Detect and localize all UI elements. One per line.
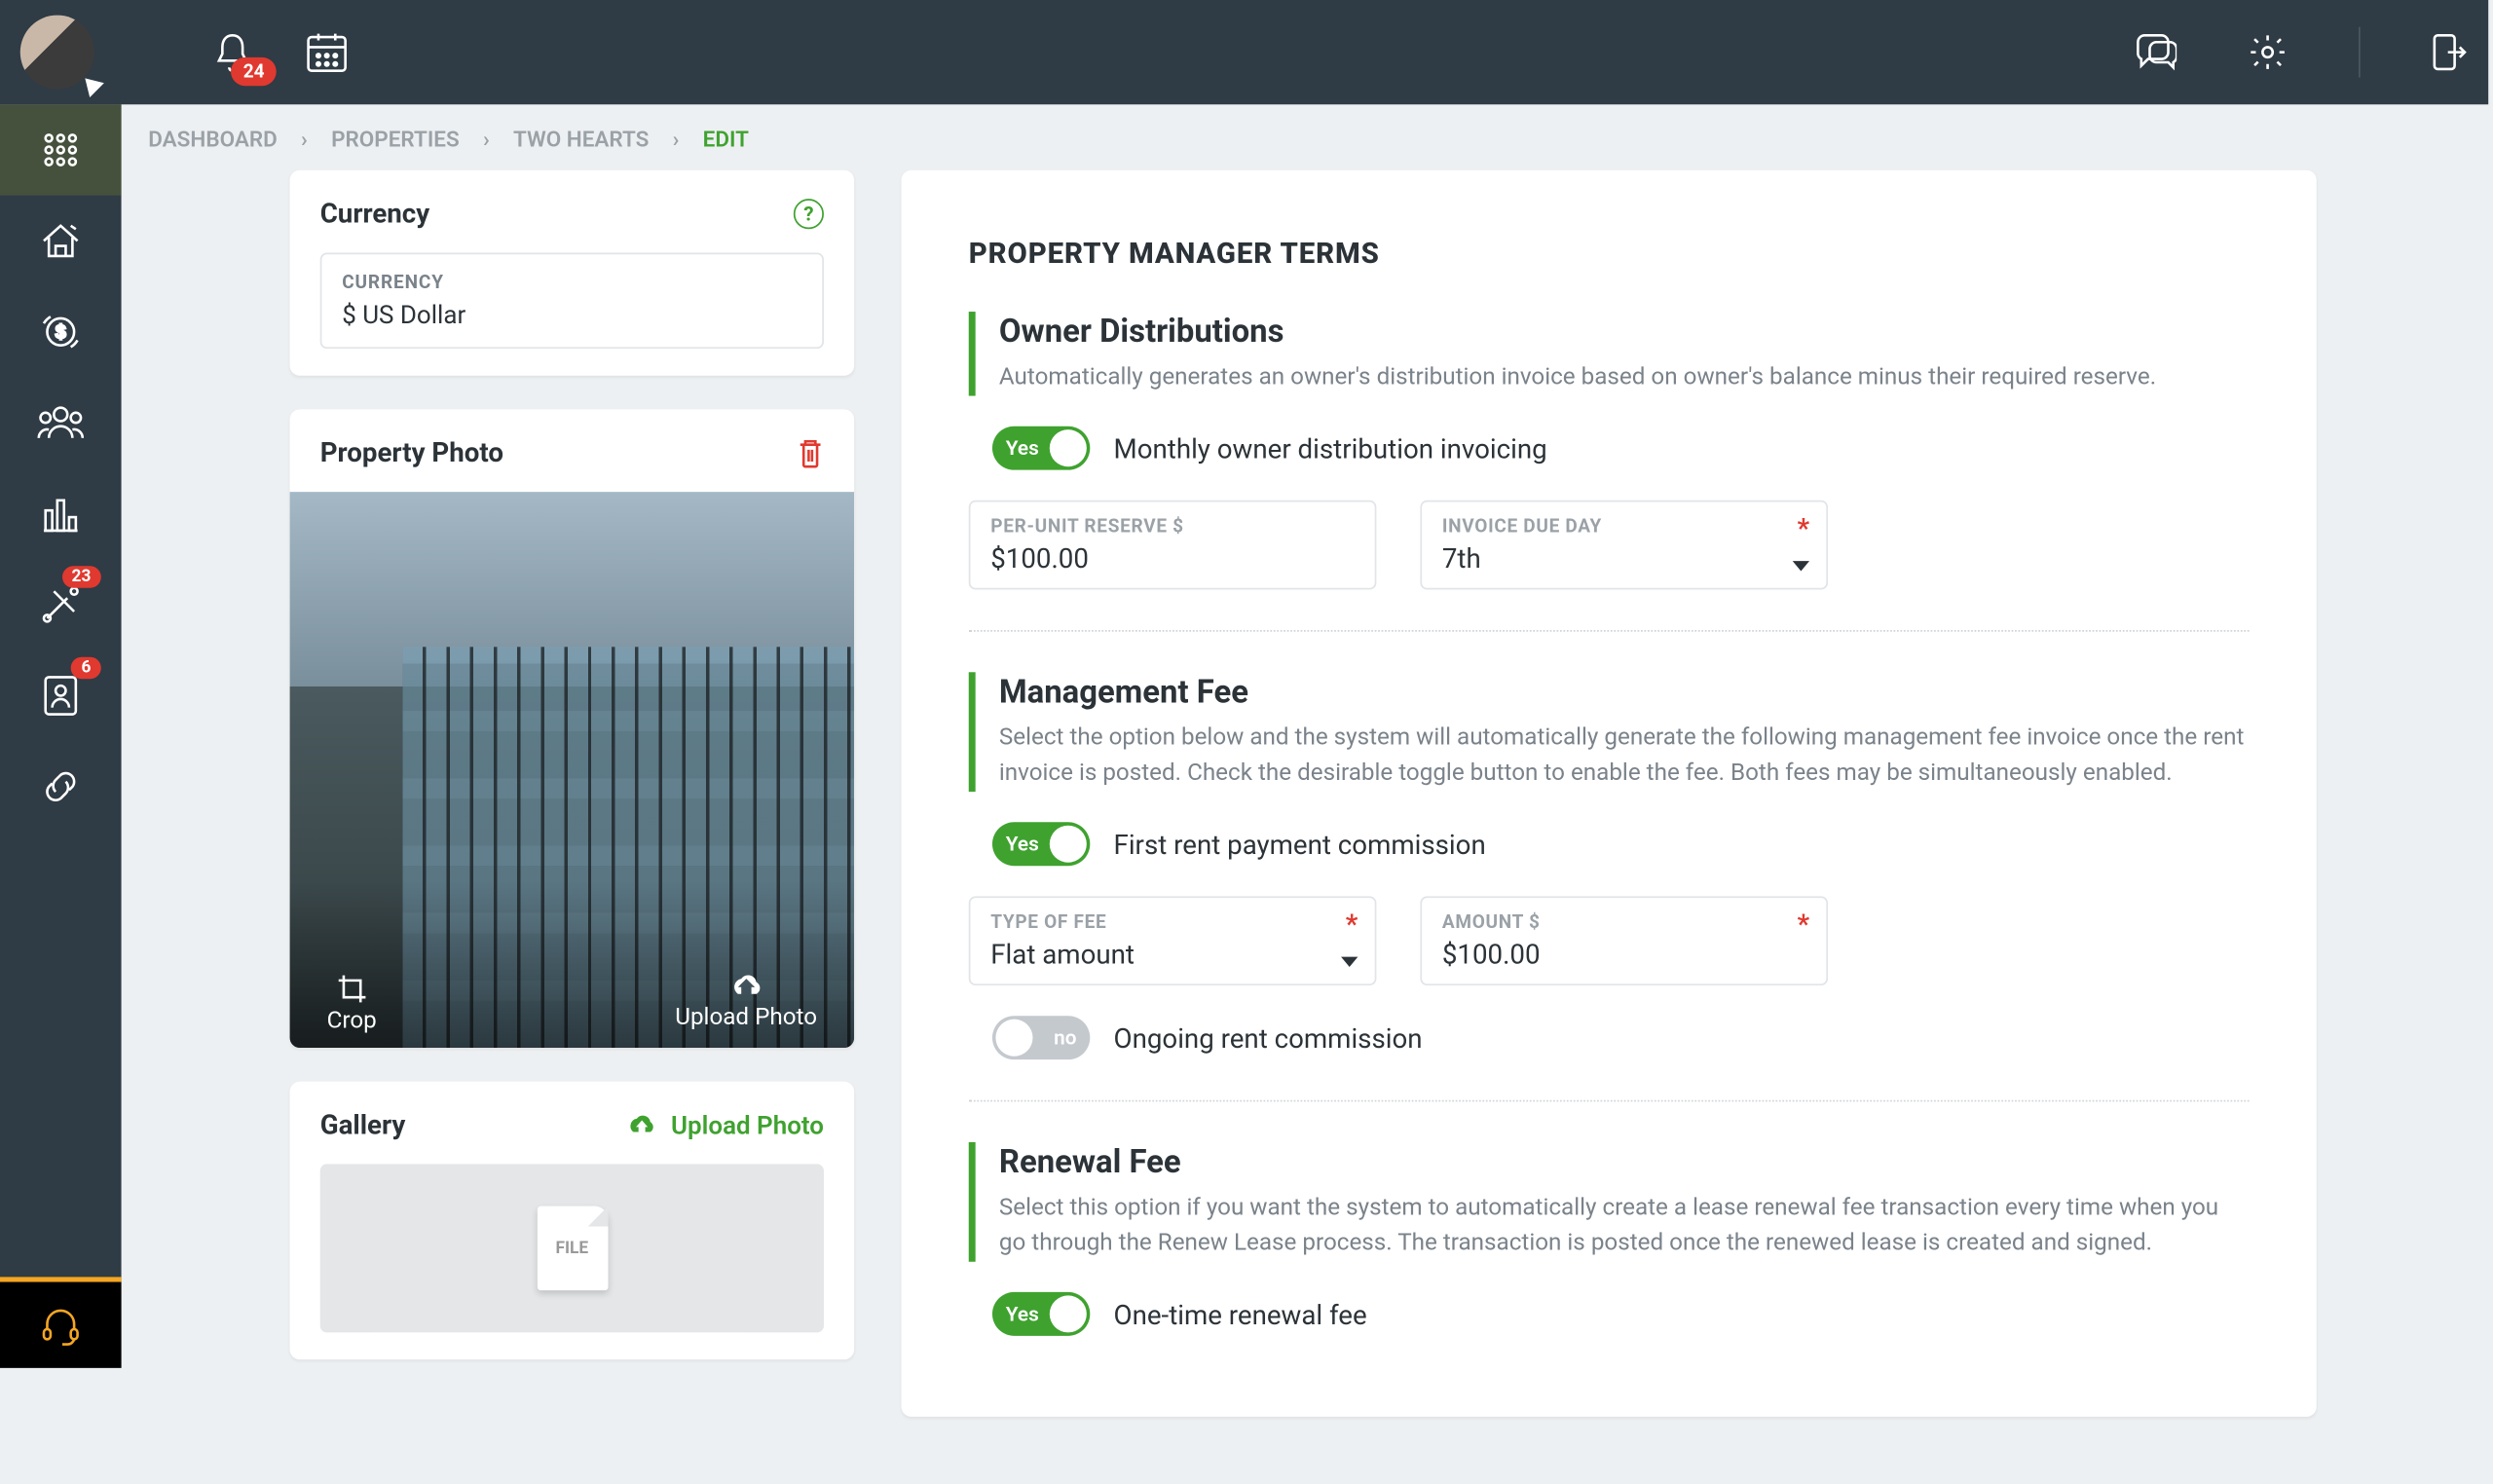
sidebar-item-contacts[interactable]: 6 — [0, 650, 122, 741]
toggle-label: Monthly owner distribution invoicing — [1114, 432, 1547, 464]
contacts-badge: 6 — [71, 657, 101, 679]
photo-title: Property Photo — [320, 436, 503, 468]
currency-value: $ US Dollar — [342, 300, 801, 330]
toggle-label: First rent payment commission — [1114, 828, 1486, 860]
avatar[interactable] — [20, 16, 94, 90]
chevron-right-icon: › — [483, 128, 490, 153]
topbar: 24 — [0, 0, 2488, 104]
currency-card: Currency ? CURRENCY $ US Dollar — [290, 170, 855, 376]
toggle-label: One-time renewal fee — [1114, 1298, 1367, 1330]
toggle-label: Ongoing rent commission — [1114, 1021, 1423, 1054]
crumb-dashboard[interactable]: DASHBOARD — [148, 128, 278, 153]
notification-badge: 24 — [232, 57, 277, 86]
sidebar-item-apps[interactable] — [0, 104, 122, 195]
terms-panel: PROPERTY MANAGER TERMS Owner Distributio… — [902, 170, 2317, 1417]
property-photo-card: Property Photo Crop Upload Photo — [290, 409, 855, 1048]
fee-amount-field[interactable]: AMOUNT $ $100.00 * — [1420, 896, 1828, 985]
svg-text:$: $ — [56, 323, 66, 344]
first-rent-commission-toggle[interactable]: Yes — [992, 822, 1090, 866]
sidebar-item-links[interactable] — [0, 741, 122, 832]
chevron-down-icon — [1341, 957, 1358, 967]
chevron-down-icon — [1793, 561, 1809, 571]
type-of-fee-field[interactable]: TYPE OF FEE Flat amount * — [969, 896, 1377, 985]
file-icon: FILE — [537, 1206, 608, 1291]
invoice-due-day-field[interactable]: INVOICE DUE DAY 7th * — [1420, 501, 1828, 590]
chat-icon[interactable] — [2133, 32, 2177, 73]
sidebar-item-people[interactable] — [0, 378, 122, 468]
crumb-current: EDIT — [703, 128, 749, 153]
crop-button[interactable]: Crop — [327, 974, 377, 1034]
upload-photo-button[interactable]: Upload Photo — [675, 974, 817, 1034]
sidebar-item-home[interactable] — [0, 196, 122, 286]
trash-icon[interactable] — [797, 437, 824, 467]
divider — [969, 630, 2250, 632]
gallery-upload-button[interactable]: Upload Photo — [627, 1109, 824, 1139]
sidebar-item-support[interactable] — [0, 1277, 122, 1367]
tools-badge: 23 — [61, 566, 101, 587]
divider — [2359, 27, 2361, 78]
calendar-icon[interactable] — [303, 28, 350, 75]
gallery-title: Gallery — [320, 1108, 406, 1140]
gallery-card: Gallery Upload Photo FILE — [290, 1082, 855, 1359]
owner-distributions-section: Owner Distributions Automatically genera… — [969, 312, 2250, 396]
crumb-property[interactable]: TWO HEARTS — [513, 128, 649, 153]
panel-title: PROPERTY MANAGER TERMS — [969, 238, 2250, 272]
sidebar: $ 23 6 — [0, 104, 122, 1368]
chevron-right-icon: › — [673, 128, 680, 153]
renewal-fee-section: Renewal Fee Select this option if you wa… — [969, 1142, 2250, 1262]
per-unit-reserve-field[interactable]: PER-UNIT RESERVE $ $100.00 — [969, 501, 1377, 590]
one-time-renewal-toggle[interactable]: Yes — [992, 1292, 1090, 1336]
gallery-empty: FILE — [320, 1164, 824, 1332]
gear-icon[interactable] — [2248, 32, 2288, 73]
breadcrumb: DASHBOARD › PROPERTIES › TWO HEARTS › ED… — [122, 104, 2489, 169]
management-fee-section: Management Fee Select the option below a… — [969, 672, 2250, 792]
logout-icon[interactable] — [2431, 32, 2468, 73]
sidebar-item-reports[interactable] — [0, 468, 122, 559]
crumb-properties[interactable]: PROPERTIES — [331, 128, 460, 153]
monthly-invoicing-toggle[interactable]: Yes — [992, 427, 1090, 470]
notifications-icon[interactable]: 24 — [209, 28, 256, 75]
sidebar-item-finance[interactable]: $ — [0, 286, 122, 377]
ongoing-rent-commission-toggle[interactable]: no — [992, 1016, 1090, 1059]
help-icon[interactable]: ? — [794, 198, 824, 228]
chevron-right-icon: › — [301, 128, 308, 153]
sidebar-item-tools[interactable]: 23 — [0, 559, 122, 649]
currency-field[interactable]: CURRENCY $ US Dollar — [320, 253, 824, 350]
divider — [969, 1100, 2250, 1102]
currency-label: CURRENCY — [342, 272, 801, 293]
property-photo: Crop Upload Photo — [290, 492, 855, 1048]
currency-title: Currency — [320, 197, 429, 229]
